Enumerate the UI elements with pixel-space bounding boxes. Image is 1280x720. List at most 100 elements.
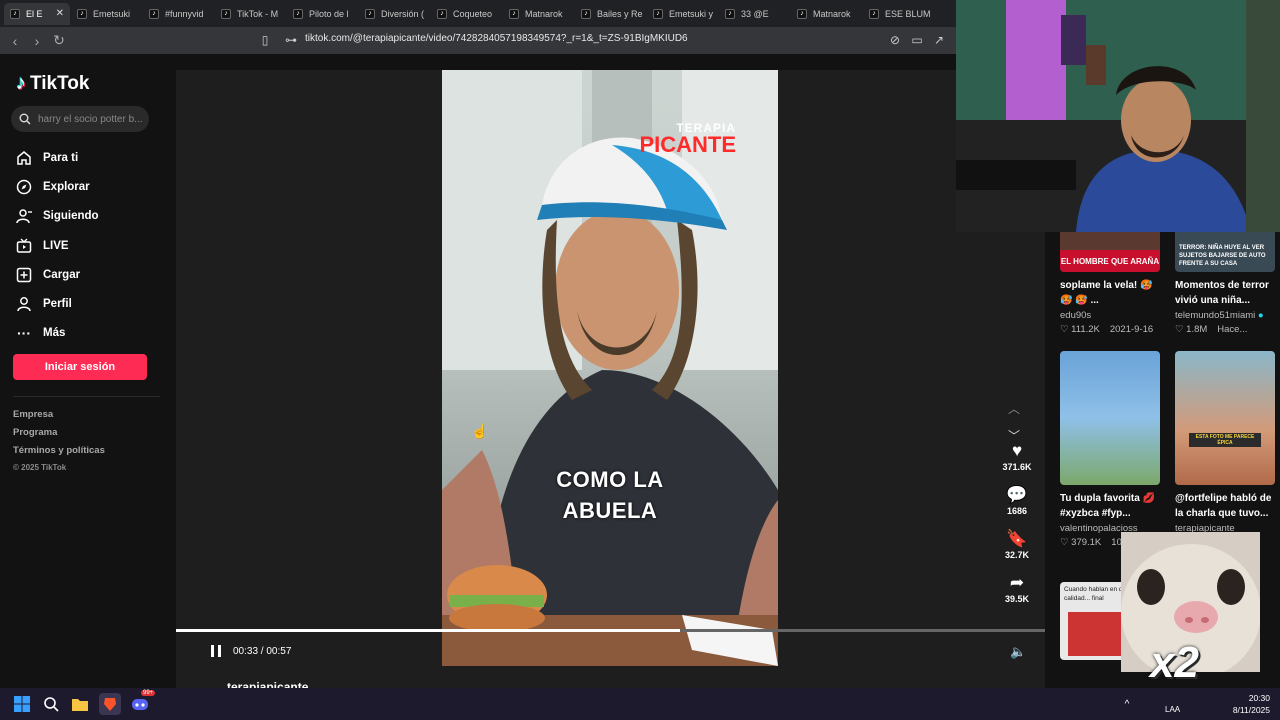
browser-tab[interactable]: ♪ Coqueteo [431,3,502,25]
browser-tab[interactable]: ♪ ESE BLUM [863,3,934,25]
video-card[interactable]: Tu dupla favorita 💋 #xyzbca #fyp... vale… [1060,351,1160,548]
share-button[interactable]: ➦ 39.5K [996,572,1038,616]
sidebar-item-para-ti[interactable]: Para ti [16,143,99,172]
tiktok-favicon-icon: ♪ [10,8,20,19]
search-input[interactable]: harry el socio potter b... [11,106,149,132]
comment-icon: 💬 [1006,485,1028,504]
chevron-up-icon[interactable]: ︿ [1008,400,1020,417]
sidebar-item-cargar[interactable]: Cargar [16,260,99,289]
tiktok-favicon-icon: ♪ [149,8,159,19]
save-button[interactable]: 🔖 32.7K [996,528,1038,572]
playback-controls: 00:33 / 00:57 [211,645,291,657]
video-progress-bar[interactable] [176,629,1045,632]
video-progress-fill [176,629,681,632]
streamer-webcam-image [956,0,1280,232]
sidebar-footer: Empresa Programa Términos y políticas © … [13,409,105,481]
webcam-overlay [956,0,1280,232]
video-thumbnail[interactable]: ESTA FOTO ME PARECE ÉPICA [1175,351,1275,485]
sidebar-item-explorar[interactable]: Explorar [16,172,99,201]
live-icon [16,238,32,254]
bookmark-icon[interactable]: ▯ [257,32,273,48]
tiktok-favicon-icon: ♪ [509,8,519,19]
forward-icon[interactable]: › [26,30,48,52]
browser-tab[interactable]: ♪ Matnarok [791,3,862,25]
verified-icon: ● [1257,310,1264,321]
comment-button[interactable]: 💬 1686 [996,484,1038,528]
search-icon[interactable] [41,694,61,714]
file-explorer-icon[interactable] [70,694,90,714]
tiktok-logo[interactable]: ♪ TikTok [16,72,89,95]
share-icon[interactable]: ↗ [931,32,947,48]
video-thumbnail[interactable]: TERROR: NIÑA HUYE AL VER SUJETOS BAJARSE… [1175,232,1275,272]
video-card[interactable]: ESTA FOTO ME PARECE ÉPICA @fortfelipe ha… [1175,351,1275,548]
browser-tab[interactable]: ♪ Emetsuki [71,3,142,25]
copyright: © 2025 TikTok [13,463,67,472]
footer-link-programa[interactable]: Programa [13,427,105,445]
footer-link-terminos[interactable]: Términos y políticas [13,445,105,463]
address-bar: ‹ › ↻ ▯ ⊶ tiktok.com/@terapiapicante/vid… [0,27,960,54]
shield-icon[interactable]: ⊘ [887,32,903,48]
browser-tab[interactable]: ♪ Piloto de l [287,3,358,25]
hand-cursor-icon: ☝ [471,423,489,439]
discord-icon[interactable]: 99+ [130,690,156,714]
more-icon: ··· [17,325,31,342]
browser-tab[interactable]: ♪ El E ✕ [4,2,70,25]
tiktok-favicon-icon: ♪ [581,8,591,19]
browser-tab[interactable]: ♪ #funnyvid [143,3,214,25]
following-icon [16,208,32,224]
windows-taskbar: 99+ ^ LAA 20:30 8/11/2025 [0,688,1280,720]
sidebar-item-siguiendo[interactable]: Siguiendo [16,202,99,231]
channel-watermark: TERAPIA PICANTE [639,121,736,157]
sidebar: ♪ TikTok harry el socio potter b... Para… [0,54,176,688]
pause-icon[interactable] [211,645,221,657]
footer-link-empresa[interactable]: Empresa [13,409,105,427]
brave-browser-icon[interactable] [99,693,121,715]
heart-icon: ♥ [1011,441,1023,460]
sidebar-item-live[interactable]: LIVE [16,231,99,260]
tiktok-favicon-icon: ♪ [653,8,663,19]
login-button[interactable]: Iniciar sesión [13,354,147,380]
profile-icon [16,296,32,312]
sidebar-item-mas[interactable]: ··· Más [16,319,99,348]
video-card[interactable]: TERROR: NIÑA HUYE AL VER SUJETOS BAJARSE… [1175,232,1275,335]
clock[interactable]: 20:30 8/11/2025 [1233,692,1270,716]
url-field[interactable]: tiktok.com/@terapiapicante/video/7428284… [305,33,688,44]
close-tab-icon[interactable]: ✕ [56,8,64,19]
video-card[interactable]: EL HOMBRE QUE ARAÑA soplame la vela! 🥵 🥵… [1060,232,1160,335]
like-count: ♡ 1.8M [1175,324,1208,335]
volume-icon[interactable]: 🔈 [1010,644,1026,660]
multiplier-overlay: x2 [1150,638,1199,687]
language-indicator[interactable]: LAA [1165,705,1180,714]
browser-tab[interactable]: ♪ 33 @E [719,3,790,25]
cast-icon[interactable]: ▭ [909,32,925,48]
back-icon[interactable]: ‹ [4,30,26,52]
like-button[interactable]: ♥ 371.6K [996,440,1038,484]
tiktok-favicon-icon: ♪ [365,8,375,19]
video-thumbnail[interactable] [1060,351,1160,485]
sidebar-item-perfil[interactable]: Perfil [16,289,99,318]
browser-tab[interactable]: ♪ Bailes y Re [575,3,646,25]
video-thumbnail[interactable]: EL HOMBRE QUE ARAÑA [1060,232,1160,272]
compass-icon [16,179,32,195]
video-player[interactable]: TERAPIA PICANTE COMO LA ABUELA ︿ ﹀ ♥ 371… [176,70,1045,688]
playback-time: 00:33 / 00:57 [233,645,292,657]
video-caption-line2: ABUELA [562,498,658,523]
browser-tab[interactable]: ♪ TikTok - M [215,3,286,25]
browser-tab[interactable]: ♪ Emetsuki y [647,3,718,25]
reload-icon[interactable]: ↻ [48,30,70,52]
windows-start-icon[interactable] [12,694,32,714]
video-frame[interactable]: TERAPIA PICANTE COMO LA ABUELA [442,70,778,666]
action-bar: ♥ 371.6K 💬 1686 🔖 32.7K ➦ 39.5K [996,440,1038,616]
like-count: ♡ 111.2K [1060,324,1100,335]
video-scene-illustration [442,70,778,666]
search-icon [19,113,31,125]
browser-tab[interactable]: ♪ Diversión ( [359,3,430,25]
browser-tab[interactable]: ♪ Matnarok [503,3,574,25]
chevron-up-icon[interactable]: ^ [1117,694,1137,714]
video-nav-arrows: ︿ ﹀ [1008,400,1020,444]
tiktok-favicon-icon: ♪ [293,8,303,19]
tiktok-favicon-icon: ♪ [869,8,879,19]
home-icon [16,150,32,166]
site-settings-icon[interactable]: ⊶ [283,32,299,48]
tiktok-favicon-icon: ♪ [437,8,447,19]
